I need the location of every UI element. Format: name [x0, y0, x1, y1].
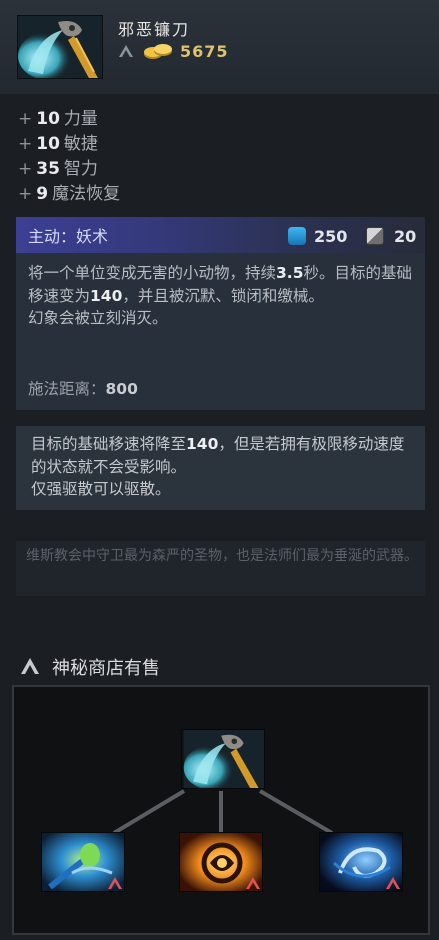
- cooldown-icon: [366, 227, 384, 245]
- attribute-list: +10 力量 +10 敏捷 +35 智力 +9 魔法恢复: [18, 107, 120, 207]
- gold-coins-icon: [144, 44, 172, 59]
- desc-illusion-note: 幻象会被立刻消灭。: [28, 309, 168, 327]
- attribute-row: +10 敏捷: [18, 132, 120, 157]
- blue-swirl-icon[interactable]: [319, 832, 403, 892]
- mana-icon: [288, 227, 306, 245]
- plus-sign: +: [18, 159, 33, 179]
- secret-shop-icon: [21, 658, 39, 674]
- mystic-orb-icon[interactable]: [179, 832, 263, 892]
- desc-speed: 140: [90, 286, 123, 305]
- recipe-result-scythe-icon[interactable]: [181, 729, 265, 789]
- secret-shop-icon: [108, 877, 122, 889]
- lore-text: 维斯教会中守卫最为森严的圣物，也是法师们最为垂涎的武器。: [26, 548, 418, 564]
- item-name: 邪恶镰刀: [118, 20, 191, 39]
- note-speed: 140: [186, 435, 219, 453]
- item-header: 邪恶镰刀 5675: [0, 0, 439, 94]
- green-staff-icon[interactable]: [41, 832, 125, 892]
- cast-range-value: 800: [105, 380, 138, 398]
- active-ability-description: 将一个单位变成无害的小动物，持续3.5秒。目标的基础移速变为140，并且被沉默、…: [28, 262, 416, 330]
- desc-text: 将一个单位变成无害的小动物，持续: [28, 264, 277, 282]
- note-dispel: 仅强驱散可以驱散。: [31, 480, 171, 498]
- shop-icon: [119, 45, 133, 57]
- active-ability-header: 主动：妖术 250 20: [16, 217, 425, 253]
- attribute-value: 10: [36, 134, 60, 154]
- ability-note: 目标的基础移速将降至140，但是若拥有极限移动速度的状态就不会受影响。 仅强驱散…: [31, 433, 415, 501]
- secret-shop-icon: [246, 877, 260, 889]
- attribute-value: 35: [36, 159, 60, 179]
- attribute-name: 魔法恢复: [52, 184, 121, 204]
- attribute-name: 智力: [63, 159, 98, 179]
- ability-note-panel: 目标的基础移速将降至140，但是若拥有极限移动速度的状态就不会受影响。 仅强驱散…: [16, 426, 425, 510]
- desc-duration: 3.5: [276, 264, 304, 282]
- attribute-name: 敏捷: [63, 134, 98, 154]
- lore-panel: 维斯教会中守卫最为森严的圣物，也是法师们最为垂涎的武器。: [16, 541, 425, 596]
- recipe-connectors: [112, 789, 334, 835]
- attribute-name: 力量: [63, 109, 98, 129]
- note-text: 目标的基础移速将降至: [31, 435, 187, 453]
- active-ability-title: 主动：妖术: [28, 227, 109, 246]
- plus-sign: +: [18, 134, 33, 154]
- secret-shop-icon: [386, 877, 400, 889]
- item-cost: 5675: [180, 42, 229, 61]
- attribute-row: +35 智力: [18, 157, 120, 182]
- recipe-tree: [12, 685, 430, 935]
- attribute-value: 9: [36, 184, 49, 204]
- attribute-row: +10 力量: [18, 107, 120, 132]
- active-ability-panel: 主动：妖术 250 20 将一个单位变成无害的小动物，持续3.5秒。目标的基础移…: [16, 217, 425, 410]
- scythe-icon: [17, 15, 103, 79]
- cast-range-label: 施法距离：: [28, 380, 106, 398]
- plus-sign: +: [18, 184, 33, 204]
- cooldown-value: 20: [394, 227, 417, 246]
- mana-cost: 250: [314, 227, 348, 246]
- attribute-row: +9 魔法恢复: [18, 182, 120, 207]
- desc-text: ，并且被沉默、锁闭和缴械。: [122, 286, 324, 305]
- plus-sign: +: [18, 109, 33, 129]
- cast-range: 施法距离：800: [28, 377, 138, 399]
- shop-heading: 神秘商店有售: [52, 658, 160, 679]
- attribute-value: 10: [36, 109, 60, 129]
